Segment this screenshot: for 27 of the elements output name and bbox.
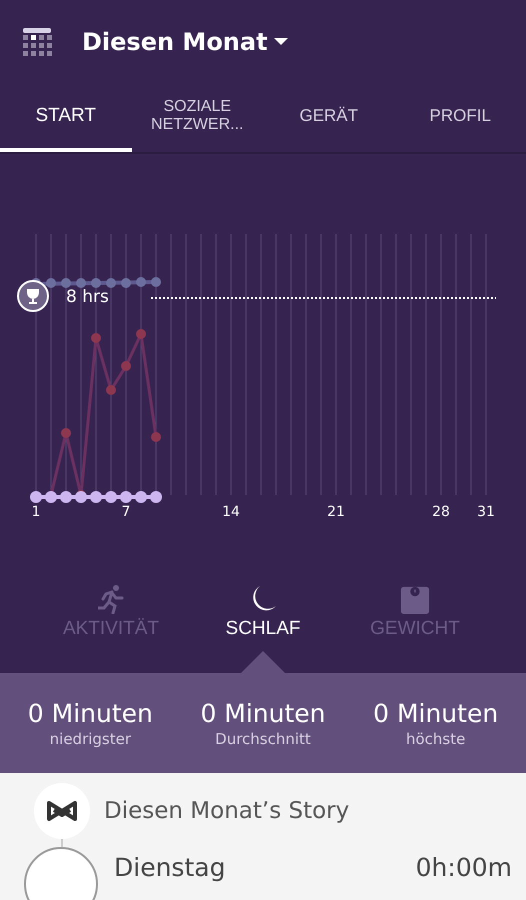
stat-label: niedrigster [50, 730, 132, 748]
calendar-icon[interactable] [22, 27, 52, 57]
axis-label: 28 [432, 504, 450, 520]
entry-duration: 0h:00m [416, 853, 512, 882]
stat-value: 0 Minuten [200, 698, 326, 728]
axis-label: 31 [477, 504, 495, 520]
stat-label: höchste [406, 730, 466, 748]
stat-label: Durchschnitt [215, 730, 311, 748]
nav-tab[interactable]: PROFIL [394, 84, 526, 152]
axis-label: 14 [222, 504, 240, 520]
brand-icon [34, 783, 90, 839]
axis-label: 1 [32, 504, 40, 520]
month-dropdown[interactable]: Diesen Monat [82, 28, 288, 56]
entry-day: Dienstag [114, 853, 226, 882]
axis-label: 21 [327, 504, 345, 520]
scale-icon [399, 584, 431, 614]
nav-tab[interactable]: START [0, 84, 132, 152]
stat-value: 0 Minuten [28, 698, 153, 728]
axis-label: 7 [122, 504, 130, 520]
goal-label: 8 hrs [66, 287, 109, 307]
running-icon [98, 584, 124, 614]
caret-icon [274, 38, 288, 46]
stat-value: 0 Minuten [373, 698, 498, 728]
nav-tab[interactable]: SOZIALE NETZWER... [132, 84, 263, 152]
trophy-icon [17, 280, 49, 312]
nav-tab[interactable]: GERÄT [263, 84, 394, 152]
story-title: Diesen Monat’s Story [104, 798, 350, 824]
